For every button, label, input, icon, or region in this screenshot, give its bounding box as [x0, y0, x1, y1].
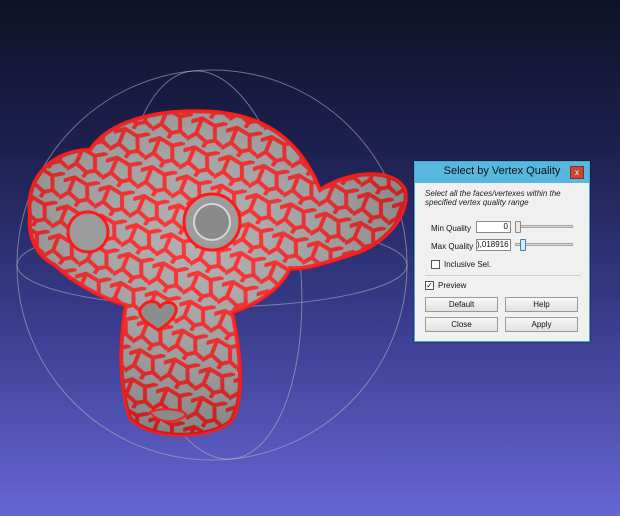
help-button[interactable]: Help [505, 297, 578, 312]
dialog-title: Select by Vertex Quality [443, 165, 561, 177]
inclusive-sel-label: Inclusive Sel. [444, 260, 492, 269]
min-quality-input[interactable]: 0 [476, 221, 511, 233]
select-by-vertex-quality-dialog: Select by Vertex Quality x Select all th… [414, 161, 590, 342]
separator [425, 275, 581, 276]
left-eye [66, 210, 110, 254]
close-button[interactable]: Close [425, 317, 498, 332]
min-quality-slider-track[interactable] [515, 225, 573, 228]
default-button[interactable]: Default [425, 297, 498, 312]
close-icon[interactable]: x [570, 166, 584, 179]
max-quality-label: Max Quality [431, 242, 474, 251]
dialog-description: Select all the faces/vertexes within the… [425, 189, 561, 207]
apply-button[interactable]: Apply [505, 317, 578, 332]
dialog-titlebar[interactable]: Select by Vertex Quality x [415, 162, 589, 183]
preview-label: Preview [438, 281, 467, 290]
min-quality-label: Min Quality [431, 224, 472, 233]
inclusive-sel-checkbox[interactable] [431, 260, 440, 269]
min-quality-slider-handle[interactable] [515, 221, 521, 233]
preview-checkbox[interactable]: ✓ [425, 281, 434, 290]
max-quality-input[interactable]: ),018916 [476, 239, 511, 251]
max-quality-slider-handle[interactable] [520, 239, 526, 251]
monkey-mesh[interactable] [27, 109, 408, 437]
